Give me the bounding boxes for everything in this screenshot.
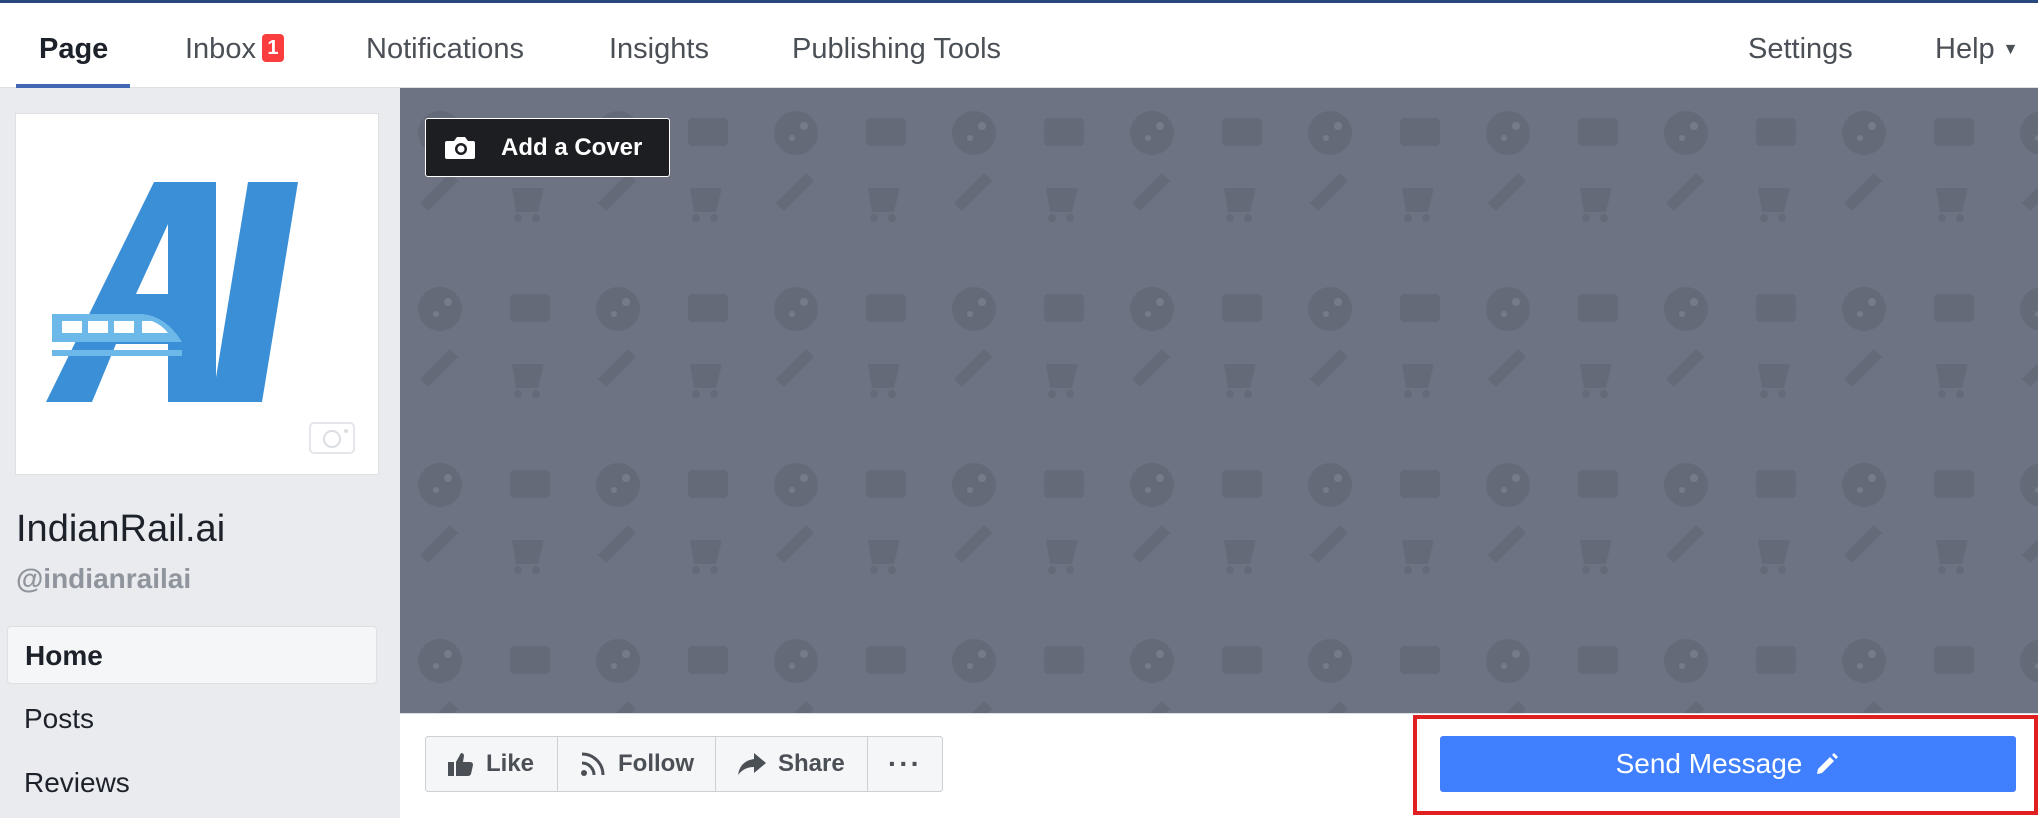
share-arrow-icon	[738, 753, 766, 775]
nav-tab-notifications[interactable]: Notifications	[366, 3, 524, 88]
sidebar-item-posts[interactable]: Posts	[7, 690, 377, 748]
send-message-label: Send Message	[1615, 748, 1803, 779]
nav-tab-insights[interactable]: Insights	[609, 3, 709, 88]
add-cover-label: Add a Cover	[501, 134, 643, 161]
cover-photo-area	[400, 88, 2038, 713]
nav-tab-help[interactable]: Help ▼	[1935, 3, 2019, 88]
more-options-button[interactable]: ···	[868, 737, 942, 791]
camera-icon	[445, 137, 475, 159]
page-name[interactable]: IndianRail.ai	[16, 508, 225, 551]
profile-picture[interactable]	[15, 113, 379, 475]
page-top-nav: Page Inbox 1 Notifications Insights Publi…	[0, 0, 2038, 89]
send-message-button[interactable]: Send Message	[1440, 736, 2016, 792]
page-username[interactable]: @indianrailai	[16, 563, 191, 595]
page-action-buttons: Like Follow Share ···	[425, 736, 943, 792]
follow-button[interactable]: Follow	[558, 737, 716, 791]
add-cover-button[interactable]: Add a Cover	[425, 118, 670, 177]
indianrail-logo	[46, 182, 298, 402]
thumbs-up-icon	[448, 753, 473, 776]
inbox-count-badge: 1	[261, 34, 284, 62]
caret-down-icon: ▼	[2002, 41, 2019, 58]
nav-tab-inbox[interactable]: Inbox 1	[185, 3, 284, 88]
nav-tab-inbox-label: Inbox	[185, 33, 256, 65]
nav-tab-settings[interactable]: Settings	[1748, 3, 1853, 88]
cover-pattern-background	[400, 88, 2038, 713]
like-button[interactable]: Like	[426, 737, 558, 791]
rss-follow-icon	[581, 752, 605, 776]
sidebar-item-home[interactable]: Home	[7, 626, 377, 684]
like-label: Like	[486, 750, 535, 777]
nav-tab-publishing-tools[interactable]: Publishing Tools	[792, 3, 1001, 88]
follow-label: Follow	[618, 750, 694, 777]
share-button[interactable]: Share	[716, 737, 868, 791]
update-profile-photo-camera-icon[interactable]	[309, 422, 355, 454]
pencil-edit-icon	[1817, 753, 1839, 774]
share-label: Share	[778, 750, 845, 777]
sidebar-item-reviews[interactable]: Reviews	[7, 754, 377, 812]
nav-tab-help-label: Help	[1935, 33, 1995, 65]
nav-tab-page[interactable]: Page	[39, 3, 108, 88]
